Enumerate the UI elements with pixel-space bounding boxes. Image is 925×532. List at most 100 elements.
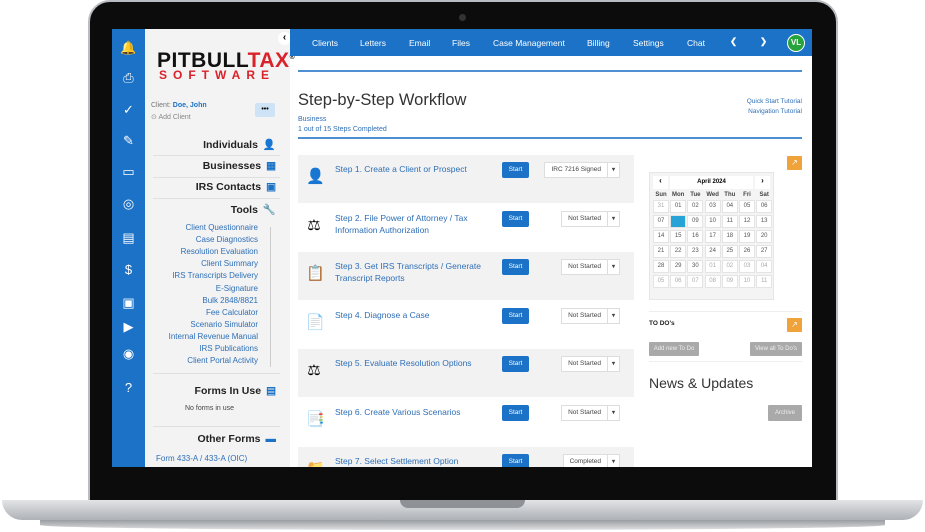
step-link[interactable]: Step 7. Select Settlement Option — [335, 455, 485, 467]
status-dropdown[interactable]: IRC 7216 Signed ▾ — [544, 162, 620, 178]
tool-link[interactable]: Case Diagnostics — [196, 235, 258, 244]
tool-link[interactable]: Scenario Simulator — [190, 320, 258, 329]
lifebuoy-icon[interactable]: ◉ — [120, 345, 137, 362]
calendar-day[interactable]: 16 — [687, 230, 704, 243]
calendar-day[interactable]: 15 — [670, 230, 687, 243]
calendar-day[interactable]: 24 — [704, 245, 721, 258]
calendar-day[interactable]: 14 — [653, 230, 669, 243]
calendar-day[interactable]: 11 — [721, 215, 738, 228]
dollar-document-icon[interactable]: $ — [120, 261, 137, 278]
calendar-day-selected[interactable]: 08 — [670, 215, 687, 228]
more-button[interactable]: ••• — [255, 103, 275, 117]
start-button[interactable]: Start — [502, 307, 529, 324]
form-433-link[interactable]: Form 433-A / 433-A (OIC) — [156, 454, 247, 463]
calendar-day[interactable]: 17 — [704, 230, 721, 243]
quick-start-tutorial-link[interactable]: Quick Start Tutorial — [747, 98, 802, 105]
calendar-day[interactable]: 25 — [721, 245, 738, 258]
calendar-day[interactable]: 03 — [704, 200, 721, 213]
calendar-day[interactable]: 21 — [653, 245, 669, 258]
calendar-day[interactable]: 06 — [756, 200, 773, 213]
status-dropdown[interactable]: Not Started ▾ — [561, 259, 620, 276]
start-button[interactable]: Start — [502, 453, 529, 467]
tool-link[interactable]: Fee Calculator — [206, 308, 258, 317]
nav-chat[interactable]: Chat — [687, 38, 705, 48]
calendar-day[interactable]: 31 — [653, 200, 669, 213]
view-todos-button[interactable]: View all To Do's — [750, 342, 802, 356]
start-button[interactable]: Start — [502, 162, 529, 178]
nav-settings[interactable]: Settings — [633, 38, 664, 48]
tool-link[interactable]: Bulk 2848/8821 — [202, 296, 258, 305]
calendar-day[interactable]: 01 — [704, 260, 721, 273]
status-dropdown[interactable]: Completed ▾ — [562, 453, 620, 467]
start-button[interactable]: Start — [502, 356, 529, 373]
sidebar-item-irs-contacts[interactable]: IRS Contacts ▣ — [196, 181, 276, 193]
nav-files[interactable]: Files — [452, 38, 470, 48]
calendar-day[interactable]: 20 — [756, 230, 773, 243]
pencil-icon[interactable]: ✎ — [120, 132, 137, 149]
calendar-day[interactable]: 04 — [756, 260, 773, 273]
nav-clients[interactable]: Clients — [312, 38, 338, 48]
tool-link[interactable]: Internal Revenue Manual — [169, 332, 258, 341]
nav-next-icon[interactable]: ❯ — [760, 36, 767, 47]
step-link[interactable]: Step 1. Create a Client or Prospect — [335, 163, 485, 175]
calendar-day[interactable]: 11 — [756, 275, 773, 288]
bell-icon[interactable]: 🔔 — [120, 39, 137, 56]
calendar-month[interactable]: April 2024 — [670, 176, 753, 189]
todo-open-icon[interactable]: ↗ — [787, 318, 802, 332]
tool-link[interactable]: Resolution Evaluation — [181, 247, 258, 256]
calendar-day[interactable]: 05 — [739, 200, 755, 213]
calendar-day[interactable]: 23 — [687, 245, 704, 258]
tool-link[interactable]: Client Summary — [201, 259, 258, 268]
status-dropdown[interactable]: Not Started ▾ — [561, 307, 620, 324]
sidebar-item-forms-in-use[interactable]: Forms In Use ▤ — [195, 385, 276, 397]
calendar-day[interactable]: 22 — [670, 245, 687, 258]
calendar-prev-button[interactable]: ‹ — [653, 176, 668, 189]
sidebar-item-businesses[interactable]: Businesses ▦ — [203, 160, 276, 172]
calendar-next-button[interactable]: › — [755, 176, 770, 189]
id-card-icon[interactable]: ▭ — [120, 163, 137, 180]
calendar-day[interactable]: 27 — [756, 245, 773, 258]
calendar-day[interactable]: 09 — [687, 215, 704, 228]
calendar-open-icon[interactable]: ↗ — [787, 156, 802, 170]
calendar-day[interactable]: 09 — [721, 275, 738, 288]
sidebar-item-other-forms[interactable]: Other Forms ▬ — [197, 433, 276, 445]
calendar-day[interactable]: 08 — [704, 275, 721, 288]
step-link[interactable]: Step 2. File Power of Attorney / Tax Inf… — [335, 212, 485, 236]
compass-icon[interactable]: ◎ — [120, 195, 137, 212]
report-icon[interactable]: ▤ — [120, 229, 137, 246]
tool-link[interactable]: IRS Transcripts Delivery — [172, 271, 258, 280]
user-avatar[interactable]: VL — [787, 34, 805, 52]
briefcase-icon[interactable]: ▣ — [120, 294, 137, 311]
start-button[interactable]: Start — [502, 210, 529, 227]
calendar-day[interactable]: 04 — [721, 200, 738, 213]
client-name[interactable]: Doe, John — [173, 102, 207, 109]
tool-link[interactable]: Client Questionnaire — [186, 223, 258, 232]
calendar-day[interactable]: 03 — [739, 260, 755, 273]
nav-letters[interactable]: Letters — [360, 38, 386, 48]
calendar-day[interactable]: 29 — [670, 260, 687, 273]
tool-link[interactable]: IRS Publications — [199, 344, 258, 353]
calendar-day[interactable]: 28 — [653, 260, 669, 273]
archive-button[interactable]: Archive — [768, 405, 802, 421]
printer-icon[interactable]: ⎙ — [120, 69, 137, 86]
step-link[interactable]: Step 3. Get IRS Transcripts / Generate T… — [335, 260, 485, 284]
calendar-day[interactable]: 07 — [687, 275, 704, 288]
nav-prev-icon[interactable]: ❮ — [730, 36, 737, 47]
calendar-day[interactable]: 02 — [721, 260, 738, 273]
calendar-day[interactable]: 10 — [739, 275, 755, 288]
video-icon[interactable]: ▶ — [120, 318, 137, 335]
calendar-day[interactable]: 06 — [670, 275, 687, 288]
sidebar-item-individuals[interactable]: Individuals 👤 — [203, 138, 276, 151]
status-dropdown[interactable]: Not Started ▾ — [561, 210, 620, 227]
calendar-day[interactable]: 30 — [687, 260, 704, 273]
add-client-link[interactable]: ⊙ Add Client — [151, 113, 191, 121]
help-icon[interactable]: ? — [120, 379, 137, 396]
calendar-day[interactable]: 26 — [739, 245, 755, 258]
calendar-day[interactable]: 19 — [739, 230, 755, 243]
status-dropdown[interactable]: Not Started ▾ — [561, 356, 620, 373]
nav-email[interactable]: Email — [409, 38, 430, 48]
calendar-day[interactable]: 02 — [687, 200, 704, 213]
start-button[interactable]: Start — [502, 259, 529, 276]
step-link[interactable]: Step 6. Create Various Scenarios — [335, 406, 485, 418]
add-todo-button[interactable]: Add new To Do — [649, 342, 699, 356]
